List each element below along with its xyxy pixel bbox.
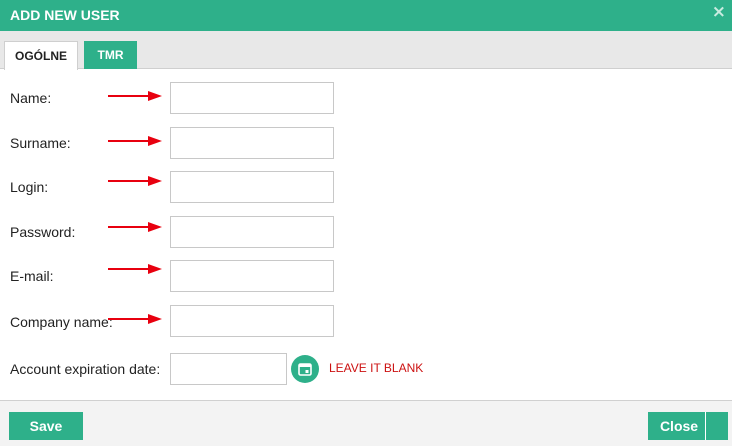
company-label: Company name:: [10, 314, 113, 330]
company-input[interactable]: [170, 305, 334, 337]
red-arrow-icon: [108, 222, 162, 232]
dialog-title: ADD NEW USER: [10, 7, 120, 23]
red-arrow-icon: [108, 176, 162, 186]
close-button[interactable]: Close: [648, 412, 728, 440]
name-input[interactable]: [170, 82, 334, 114]
login-input[interactable]: [170, 171, 334, 203]
calendar-button[interactable]: [291, 355, 319, 383]
email-input[interactable]: [170, 260, 334, 292]
red-arrow-icon: [108, 136, 162, 146]
button-divider: [705, 412, 706, 440]
dialog-footer: Save Close: [0, 400, 732, 446]
close-icon[interactable]: ×: [712, 2, 726, 22]
password-label: Password:: [10, 224, 76, 240]
expiration-label: Account expiration date:: [10, 361, 161, 377]
expiration-date-input[interactable]: [170, 353, 287, 385]
red-arrow-icon: [108, 91, 162, 101]
password-input[interactable]: [170, 216, 334, 248]
save-button[interactable]: Save: [9, 412, 83, 440]
close-button-label: Close: [659, 418, 699, 434]
red-arrow-icon: [108, 264, 162, 274]
dialog-titlebar: ADD NEW USER ×: [0, 0, 732, 31]
tab-tmr[interactable]: TMR: [84, 41, 137, 69]
expiration-note: LEAVE IT BLANK: [329, 361, 424, 375]
login-label: Login:: [10, 179, 49, 195]
tab-ogolne[interactable]: OGÓLNE: [4, 41, 78, 70]
red-arrow-icon: [108, 314, 162, 324]
tab-bar: OGÓLNE TMR: [0, 31, 732, 70]
calendar-icon: [298, 363, 312, 376]
email-label: E-mail:: [10, 268, 54, 284]
surname-label: Surname:: [10, 135, 71, 151]
surname-input[interactable]: [170, 127, 334, 159]
name-label: Name:: [10, 90, 52, 106]
